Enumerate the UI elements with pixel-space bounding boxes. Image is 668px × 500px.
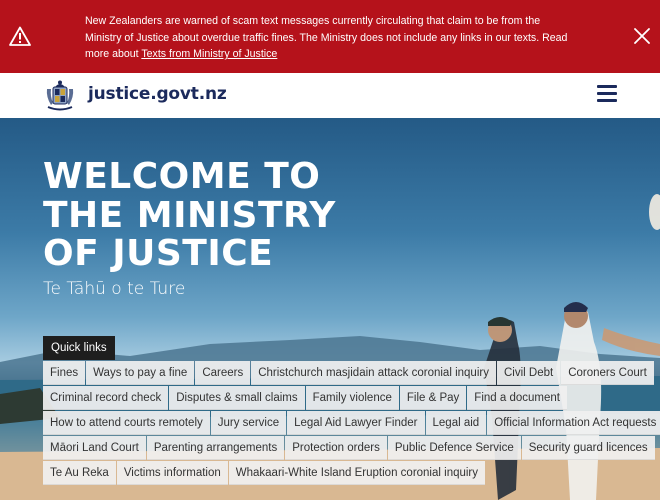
quick-links-row: Fines Ways to pay a fine Careers Christc… <box>43 361 655 385</box>
quick-link-attend-remotely[interactable]: How to attend courts remotely <box>43 411 210 435</box>
quick-link-security-guard[interactable]: Security guard licences <box>521 436 655 460</box>
quick-link-family-violence[interactable]: Family violence <box>305 386 399 410</box>
quick-link-whakaari-inquiry[interactable]: Whakaari-White Island Eruption coronial … <box>228 461 486 485</box>
quick-link-public-defence[interactable]: Public Defence Service <box>387 436 521 460</box>
hero-subtitle: Te Tāhū o te Ture <box>43 279 186 299</box>
quick-links-row: Criminal record check Disputes & small c… <box>43 386 568 410</box>
close-icon[interactable] <box>633 27 651 45</box>
quick-link-ways-to-pay[interactable]: Ways to pay a fine <box>86 361 195 385</box>
quick-link-oia-requests[interactable]: Official Information Act requests <box>487 411 660 435</box>
quick-link-lawyer-finder[interactable]: Legal Aid Lawyer Finder <box>287 411 425 435</box>
quick-link-christchurch-inquiry[interactable]: Christchurch masjidain attack coronial i… <box>251 361 496 385</box>
site-header: justice.govt.nz <box>0 73 660 118</box>
quick-links-label: Quick links <box>43 336 115 360</box>
quick-links-row: How to attend courts remotely Jury servi… <box>43 411 660 435</box>
quick-link-careers[interactable]: Careers <box>195 361 251 385</box>
quick-link-find-document[interactable]: Find a document <box>467 386 567 410</box>
scam-alert-banner: New Zealanders are warned of scam text m… <box>0 0 660 73</box>
quick-link-civil-debt[interactable]: Civil Debt <box>496 361 561 385</box>
alert-message: New Zealanders are warned of scam text m… <box>85 13 575 63</box>
quick-link-parenting[interactable]: Parenting arrangements <box>146 436 285 460</box>
quick-link-disputes[interactable]: Disputes & small claims <box>169 386 305 410</box>
coat-of-arms-logo[interactable] <box>43 79 77 112</box>
quick-link-fines[interactable]: Fines <box>43 361 86 385</box>
quick-link-victims-info[interactable]: Victims information <box>116 461 228 485</box>
quick-link-coroners-court[interactable]: Coroners Court <box>561 361 654 385</box>
quick-link-te-au-reka[interactable]: Te Au Reka <box>43 461 116 485</box>
hero-title: Welcome to the Ministry of Justice <box>43 156 336 274</box>
alert-read-more-link[interactable]: Texts from Ministry of Justice <box>141 48 277 60</box>
page-edge <box>660 73 668 500</box>
warning-icon <box>9 26 31 46</box>
quick-link-jury-service[interactable]: Jury service <box>210 411 287 435</box>
quick-links-row: Te Au Reka Victims information Whakaari-… <box>43 461 486 485</box>
hamburger-menu-icon[interactable] <box>597 85 617 103</box>
quick-links-row: Māori Land Court Parenting arrangements … <box>43 436 656 460</box>
quick-link-maori-land-court[interactable]: Māori Land Court <box>43 436 146 460</box>
quick-link-legal-aid[interactable]: Legal aid <box>425 411 487 435</box>
quick-link-protection-orders[interactable]: Protection orders <box>285 436 387 460</box>
site-name[interactable]: justice.govt.nz <box>88 84 227 104</box>
quick-link-file-pay[interactable]: File & Pay <box>399 386 467 410</box>
quick-link-criminal-record[interactable]: Criminal record check <box>43 386 169 410</box>
hero-banner: Welcome to the Ministry of Justice Te Tā… <box>0 118 660 500</box>
